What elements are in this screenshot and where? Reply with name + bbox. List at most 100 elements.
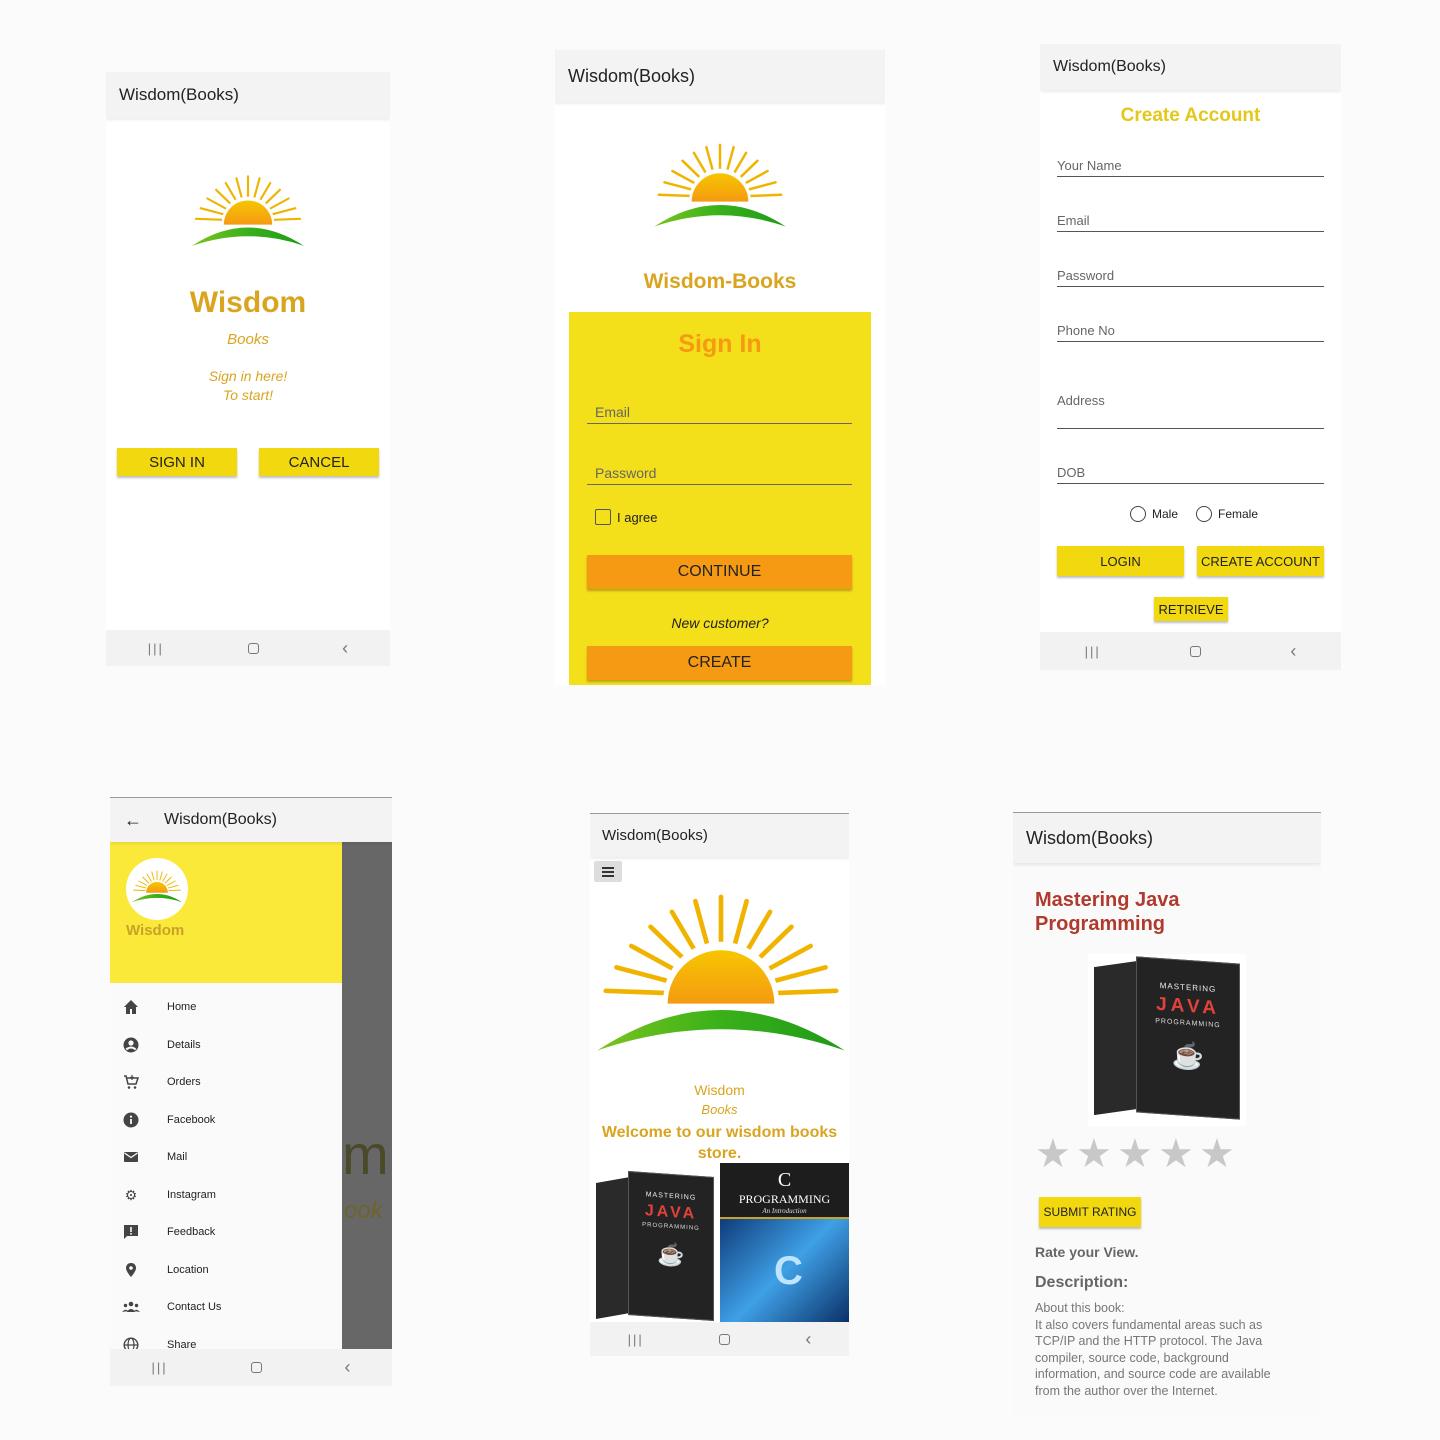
sun-logo: [593, 890, 849, 1066]
prompt-line-1: Sign in here!: [208, 368, 288, 384]
agree-checkbox[interactable]: [595, 509, 611, 525]
female-radio[interactable]: [1196, 506, 1212, 522]
star-4-icon[interactable]: ★: [1158, 1131, 1194, 1177]
home-nav-icon[interactable]: [1190, 645, 1202, 657]
back-nav-icon[interactable]: ‹: [1290, 641, 1296, 662]
menu-item-home[interactable]: Home: [122, 998, 196, 1016]
password-field[interactable]: Password: [587, 457, 852, 485]
star-3-icon[interactable]: ★: [1117, 1131, 1153, 1177]
menu-item-orders[interactable]: Orders: [122, 1073, 201, 1091]
hamburger-menu-icon[interactable]: [594, 861, 622, 882]
book-c-cover[interactable]: C PROGRAMMING An Introduction C: [720, 1163, 849, 1323]
book-spine: [596, 1177, 630, 1319]
recent-apps-icon[interactable]: |||: [151, 1360, 167, 1375]
book-tag: An Introduction: [762, 1207, 807, 1215]
brand-title: Wisdom-Books: [643, 270, 797, 293]
agree-label: I agree: [617, 510, 658, 525]
address-field[interactable]: Address: [1057, 389, 1324, 429]
star-5-icon[interactable]: ★: [1199, 1131, 1235, 1177]
menu-item-instagram[interactable]: ⚙ Instagram: [122, 1186, 216, 1204]
java-logo-icon: ☕: [657, 1241, 685, 1268]
menu-item-contact-us[interactable]: Contact Us: [122, 1298, 221, 1316]
gender-male-option[interactable]: Male: [1130, 506, 1178, 522]
app-bar: ← Wisdom(Books): [110, 798, 392, 842]
description-heading: Description:: [1035, 1274, 1129, 1291]
create-account-title: Create Account: [1120, 105, 1261, 126]
dob-field[interactable]: DOB: [1057, 460, 1324, 484]
menu-label: Home: [167, 1001, 197, 1013]
account-icon: [122, 1036, 140, 1054]
star-2-icon[interactable]: ★: [1076, 1131, 1112, 1177]
menu-item-mail[interactable]: Mail: [122, 1148, 187, 1166]
menu-item-location[interactable]: Location: [122, 1261, 209, 1279]
app-bar: Wisdom(Books): [555, 50, 885, 102]
sun-logo: [652, 142, 788, 234]
home-icon: [122, 998, 140, 1016]
mail-icon: [122, 1148, 140, 1166]
drawer-header: Wisdom: [110, 842, 342, 983]
brand-title: Wisdom: [189, 286, 307, 319]
scrim-overlay[interactable]: m ook: [342, 842, 392, 1350]
home-nav-icon[interactable]: [719, 1333, 731, 1345]
email-field[interactable]: Email: [1057, 209, 1324, 232]
phone-field[interactable]: Phone No: [1057, 319, 1324, 342]
menu-item-feedback[interactable]: Feedback: [122, 1223, 215, 1241]
male-radio[interactable]: [1130, 506, 1146, 522]
continue-button[interactable]: CONTINUE: [587, 555, 852, 589]
app-title: Wisdom(Books): [1053, 58, 1166, 75]
app-bar: Wisdom(Books): [590, 814, 849, 857]
male-label: Male: [1152, 507, 1179, 521]
back-nav-icon[interactable]: ‹: [342, 638, 348, 659]
behind-brand-text: m: [342, 1123, 389, 1186]
sun-logo: [131, 870, 183, 905]
recent-apps-icon[interactable]: |||: [628, 1332, 644, 1347]
book-front: MASTERING JAVA PROGRAMMING ☕: [1136, 956, 1240, 1120]
brand-title: Wisdom: [694, 1082, 745, 1098]
back-arrow-icon[interactable]: ←: [124, 810, 142, 831]
back-nav-icon[interactable]: ‹: [805, 1329, 811, 1350]
create-button[interactable]: CREATE: [587, 646, 852, 680]
dob-placeholder: DOB: [1057, 465, 1086, 480]
submit-rating-button[interactable]: SUBMIT RATING: [1039, 1197, 1141, 1227]
system-nav-bar: ||| ‹: [106, 630, 390, 666]
name-field[interactable]: Your Name: [1057, 154, 1324, 177]
recent-apps-icon[interactable]: |||: [1085, 644, 1101, 659]
book-art: C: [720, 1217, 849, 1323]
app-title: Wisdom(Books): [602, 827, 708, 844]
book-front: MASTERING JAVA PROGRAMMING ☕: [628, 1170, 714, 1322]
feedback-icon: [122, 1223, 140, 1241]
book-title: C: [777, 1169, 792, 1191]
menu-label: Feedback: [167, 1226, 216, 1238]
menu-item-details[interactable]: Details: [122, 1036, 201, 1054]
password-placeholder: Password: [1057, 268, 1115, 283]
home-nav-icon[interactable]: [247, 642, 259, 654]
screen-nav-drawer: ← Wisdom(Books) m ook Wisdom Home Detail…: [110, 797, 392, 1386]
app-bar: Wisdom(Books): [106, 72, 390, 118]
sign-in-panel: Sign In Email Password I agree CONTINUE …: [569, 312, 871, 685]
system-nav-bar: ||| ‹: [1040, 632, 1341, 670]
cancel-button[interactable]: CANCEL: [259, 448, 379, 476]
book-java-cover[interactable]: MASTERING JAVA PROGRAMMING ☕: [592, 1166, 718, 1322]
create-account-button[interactable]: CREATE ACCOUNT: [1197, 546, 1324, 576]
gender-female-option[interactable]: Female: [1196, 506, 1258, 522]
retrieve-button[interactable]: RETRIEVE: [1154, 597, 1228, 621]
home-nav-icon[interactable]: [250, 1362, 262, 1373]
drawer: Wisdom Home Details Orders Facebook Mail…: [110, 842, 342, 1353]
star-1-icon[interactable]: ★: [1035, 1131, 1071, 1177]
rating-bar[interactable]: ★ ★ ★ ★ ★: [1035, 1131, 1245, 1177]
gear-icon: ⚙: [124, 1186, 138, 1203]
login-button[interactable]: LOGIN: [1057, 546, 1184, 576]
address-placeholder: Address: [1057, 393, 1105, 408]
menu-item-facebook[interactable]: Facebook: [122, 1111, 215, 1129]
sign-in-button[interactable]: SIGN IN: [117, 448, 237, 476]
location-icon: [122, 1261, 140, 1279]
email-field[interactable]: Email: [587, 396, 852, 424]
password-field[interactable]: Password: [1057, 264, 1324, 287]
back-nav-icon[interactable]: ‹: [345, 1357, 351, 1378]
screen-home: Wisdom(Books) Wisdom Books Welcome to ou…: [590, 813, 849, 1356]
recent-apps-icon[interactable]: |||: [148, 641, 164, 656]
java-logo-icon: ☕: [1171, 1039, 1205, 1073]
screen-book-detail: Wisdom(Books) Mastering Java Programming…: [1013, 812, 1321, 1416]
system-nav-bar: ||| ‹: [110, 1349, 392, 1386]
description-text: About this book: It also covers fundamen…: [1035, 1301, 1271, 1398]
